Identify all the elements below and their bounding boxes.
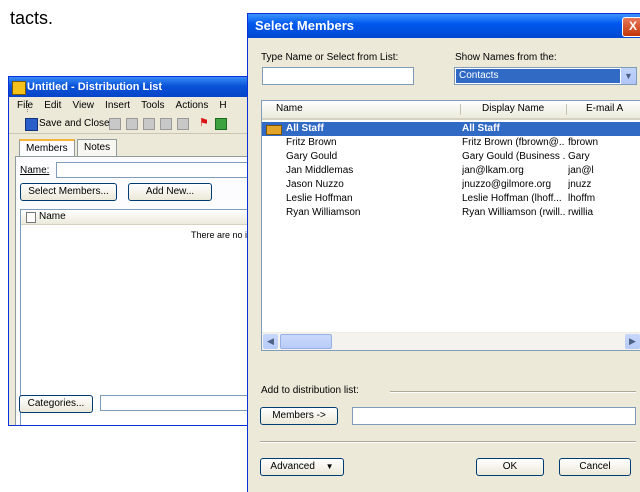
contact-display-name: jan@lkam.org (462, 165, 524, 176)
contact-display-name: Gary Gould (Business ... (462, 151, 565, 162)
contact-email: Gary (568, 151, 590, 162)
copy-icon[interactable] (160, 118, 172, 130)
scroll-right-icon[interactable]: ▶ (625, 334, 640, 349)
distribution-group-icon (266, 125, 282, 135)
contact-row[interactable]: Gary Gould Gary Gould (Business ... Gary (262, 150, 640, 164)
contact-display-name: Fritz Brown (fbrown@... (462, 137, 565, 148)
select-members-button[interactable]: Select Members... (20, 183, 117, 201)
contact-display-name: Leslie Hoffman (lhoff... (462, 193, 562, 204)
contacts-list[interactable]: Name Display Name E-mail A All Staff All… (261, 100, 640, 351)
standard-toolbar: Save and Close ⚑ (9, 115, 271, 134)
type-name-input[interactable] (262, 67, 414, 85)
members-list[interactable]: Name There are no it (20, 209, 271, 425)
members-tab-panel: Name: Select Members... Add New... Name … (15, 156, 271, 425)
print-icon[interactable] (109, 118, 121, 130)
scrollbar-thumb[interactable] (280, 334, 332, 349)
contact-row[interactable]: Leslie Hoffman Leslie Hoffman (lhoff... … (262, 192, 640, 206)
column-header-display-name[interactable]: Display Name (482, 103, 544, 114)
paste-icon[interactable] (177, 118, 189, 130)
contact-email: rwillia (568, 207, 593, 218)
column-header-email[interactable]: E-mail A (586, 103, 623, 114)
advanced-button-label: Advanced (270, 461, 315, 472)
contact-email: jan@l (568, 165, 594, 176)
dialog-title: Select Members (255, 18, 354, 33)
address-book-icon[interactable] (215, 118, 227, 130)
advanced-button[interactable]: Advanced ▼ (260, 458, 344, 476)
tab-notes[interactable]: Notes (77, 139, 118, 156)
contact-name: Fritz Brown (286, 137, 337, 148)
menu-bar: File Edit View Insert Tools Actions H (9, 98, 271, 114)
contact-name: Ryan Williamson (286, 207, 361, 218)
contact-name: All Staff (286, 123, 324, 134)
menu-view[interactable]: View (72, 98, 94, 114)
contact-email: jnuzz (568, 179, 592, 190)
dropdown-arrow-icon: ▼ (325, 462, 334, 471)
contact-name: Gary Gould (286, 151, 338, 162)
save-and-close-button[interactable]: Save and Close (39, 116, 110, 131)
menu-help[interactable]: H (219, 98, 226, 114)
item-type-icon (26, 212, 36, 223)
divider (260, 441, 636, 443)
show-names-label: Show Names from the: (455, 52, 557, 63)
column-separator[interactable] (566, 104, 567, 115)
name-field[interactable] (56, 162, 271, 178)
chevron-down-icon[interactable]: ▼ (620, 68, 636, 84)
distribution-list-app-icon (12, 81, 26, 95)
contact-row[interactable]: Ryan Williamson Ryan Williamson (rwill..… (262, 206, 640, 220)
attach-icon[interactable] (126, 118, 138, 130)
select-members-dialog: Select Members X Type Name or Select fro… (247, 13, 640, 492)
menubar-grip[interactable] (27, 100, 31, 112)
contact-name: Jason Nuzzo (286, 179, 344, 190)
scroll-left-icon[interactable]: ◀ (263, 334, 278, 349)
menu-insert[interactable]: Insert (105, 98, 130, 114)
contact-email: fbrown (568, 137, 599, 148)
save-icon (25, 118, 38, 131)
column-header-name[interactable]: Name (276, 103, 303, 114)
dialog-titlebar[interactable]: Select Members X (248, 14, 640, 38)
cut-icon[interactable] (143, 118, 155, 130)
type-name-label: Type Name or Select from List: (261, 52, 399, 63)
distribution-titlebar[interactable]: Untitled - Distribution List (9, 77, 271, 97)
column-header-name[interactable]: Name (39, 211, 66, 222)
cancel-button[interactable]: Cancel (559, 458, 631, 476)
menu-actions[interactable]: Actions (176, 98, 209, 114)
contact-row[interactable]: Jason Nuzzo jnuzzo@gilmore.org jnuzz (262, 178, 640, 192)
add-to-list-label: Add to distribution list: (261, 385, 359, 396)
contact-row[interactable]: Jan Middlemas jan@lkam.org jan@l (262, 164, 640, 178)
contacts-list-header: Name Display Name E-mail A (262, 101, 640, 120)
close-button[interactable]: X (622, 17, 640, 37)
divider (390, 391, 636, 393)
members-list-header: Name (21, 210, 271, 225)
contact-name: Jan Middlemas (286, 165, 354, 176)
empty-list-message: There are no it (191, 230, 250, 240)
document-text-fragment: tacts. (10, 8, 54, 28)
contact-display-name: jnuzzo@gilmore.org (462, 179, 552, 190)
contact-row[interactable]: Fritz Brown Fritz Brown (fbrown@... fbro… (262, 136, 640, 150)
address-book-select[interactable]: Contacts ▼ (454, 67, 637, 85)
contact-row-all-staff[interactable]: All Staff All Staff (262, 122, 640, 136)
contact-email: lhoffm (568, 193, 596, 204)
contact-display-name: Ryan Williamson (rwill... (462, 207, 565, 218)
menu-tools[interactable]: Tools (141, 98, 164, 114)
contact-name: Leslie Hoffman (286, 193, 353, 204)
flag-icon[interactable]: ⚑ (199, 116, 209, 129)
column-separator[interactable] (460, 104, 461, 115)
distribution-list-window: Untitled - Distribution List File Edit V… (8, 76, 272, 426)
contact-display-name: All Staff (462, 123, 500, 134)
horizontal-scrollbar[interactable]: ◀ ▶ (262, 332, 640, 350)
address-book-value: Contacts (456, 69, 620, 83)
categories-button[interactable]: Categories... (19, 395, 93, 413)
members-arrow-button[interactable]: Members -> (260, 407, 338, 425)
ok-button[interactable]: OK (476, 458, 544, 476)
distribution-window-title: Untitled - Distribution List (27, 81, 163, 93)
add-new-button[interactable]: Add New... (128, 183, 212, 201)
name-label: Name: (20, 165, 50, 176)
menu-edit[interactable]: Edit (44, 98, 61, 114)
members-to-add-field[interactable] (352, 407, 636, 425)
toolbar-icon-group (109, 118, 194, 130)
